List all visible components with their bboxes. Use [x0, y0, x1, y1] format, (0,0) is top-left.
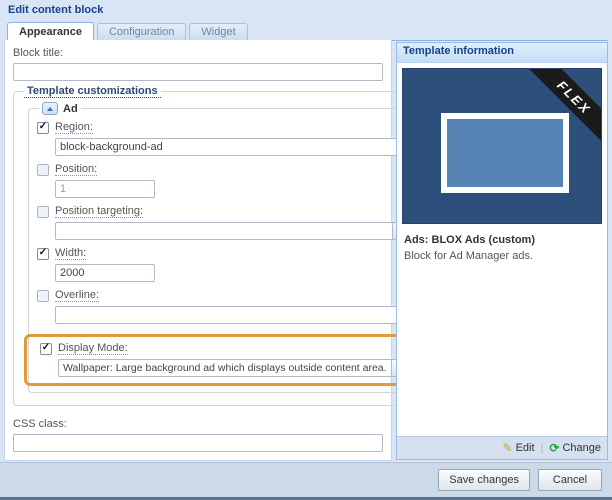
overline-checkbox[interactable] — [37, 289, 49, 302]
position-targeting-selected-value — [55, 222, 392, 240]
change-label: Change — [562, 442, 601, 454]
template-customizations-legend: Template customizations — [24, 85, 161, 98]
display-mode-select[interactable]: Wallpaper: Large background ad which dis… — [58, 359, 408, 377]
template-information-panel: Template information FLEX Ads: BLOX Ads … — [396, 42, 608, 460]
dialog-title: Edit content block — [8, 4, 104, 16]
overline-label: Overline: — [55, 289, 100, 302]
appearance-form-panel: Block title: Template customizations Ad … — [4, 40, 429, 461]
cancel-button[interactable]: Cancel — [538, 469, 602, 491]
region-input[interactable] — [55, 138, 409, 156]
chevron-up-icon — [47, 106, 53, 111]
display-mode-selected-value: Wallpaper: Large background ad which dis… — [58, 359, 391, 377]
css-class-input[interactable] — [13, 434, 383, 452]
width-label: Width: — [55, 247, 87, 260]
position-targeting-field-row: Position targeting: — [37, 205, 409, 240]
region-label: Region: — [55, 121, 93, 134]
tab-configuration[interactable]: Configuration — [96, 23, 187, 40]
css-class-field-row: CSS class: — [13, 418, 383, 452]
region-checkbox[interactable] — [37, 121, 49, 134]
position-targeting-label: Position targeting: — [55, 205, 144, 218]
ad-legend-label: Ad — [63, 102, 78, 115]
template-actions-bar: ✎ Edit | ⟳ Change — [397, 436, 607, 459]
css-class-label: CSS class: — [13, 418, 67, 430]
display-mode-checkbox[interactable] — [40, 342, 52, 355]
save-changes-button[interactable]: Save changes — [438, 469, 530, 491]
width-input[interactable] — [55, 264, 155, 282]
position-checkbox[interactable] — [37, 163, 49, 176]
collapse-section-button[interactable] — [42, 102, 58, 115]
action-divider: | — [540, 442, 544, 454]
ad-fieldset: Ad Region: Position: Position — [24, 102, 418, 393]
pencil-icon: ✎ — [502, 441, 513, 455]
edit-label: Edit — [515, 442, 535, 454]
template-name: Ads: BLOX Ads (custom) — [404, 234, 535, 246]
block-title-input[interactable] — [13, 63, 383, 81]
position-targeting-checkbox[interactable] — [37, 205, 49, 218]
width-checkbox[interactable] — [37, 247, 49, 260]
display-mode-label: Display Mode: — [58, 342, 128, 355]
template-customizations-fieldset: Template customizations Ad Region: Posit… — [13, 85, 429, 406]
ad-legend: Ad — [39, 102, 81, 115]
change-template-button[interactable]: ⟳ Change — [549, 442, 601, 454]
position-field-row: Position: — [37, 163, 409, 198]
template-preview-content-area — [441, 113, 569, 193]
position-targeting-select[interactable] — [55, 222, 409, 240]
tab-strip: Appearance Configuration Widget — [4, 22, 608, 41]
dialog-footer: Save changes Cancel — [0, 462, 612, 500]
overline-input[interactable] — [55, 306, 409, 324]
region-field-row: Region: — [37, 121, 409, 156]
display-mode-highlight-box: Display Mode: Wallpaper: Large backgroun… — [24, 334, 416, 386]
template-description: Block for Ad Manager ads. — [404, 250, 534, 262]
overline-field-row: Overline: — [37, 289, 409, 324]
edit-template-button[interactable]: ✎ Edit — [503, 442, 535, 454]
position-label: Position: — [55, 163, 98, 176]
change-arrows-icon: ⟳ — [549, 441, 560, 455]
tab-widget[interactable]: Widget — [189, 23, 248, 40]
template-preview-image: FLEX — [402, 68, 602, 224]
template-information-header: Template information — [397, 43, 607, 63]
tab-appearance[interactable]: Appearance — [7, 22, 94, 41]
width-field-row: Width: — [37, 247, 409, 282]
position-input[interactable] — [55, 180, 155, 198]
block-title-label: Block title: — [13, 47, 64, 59]
